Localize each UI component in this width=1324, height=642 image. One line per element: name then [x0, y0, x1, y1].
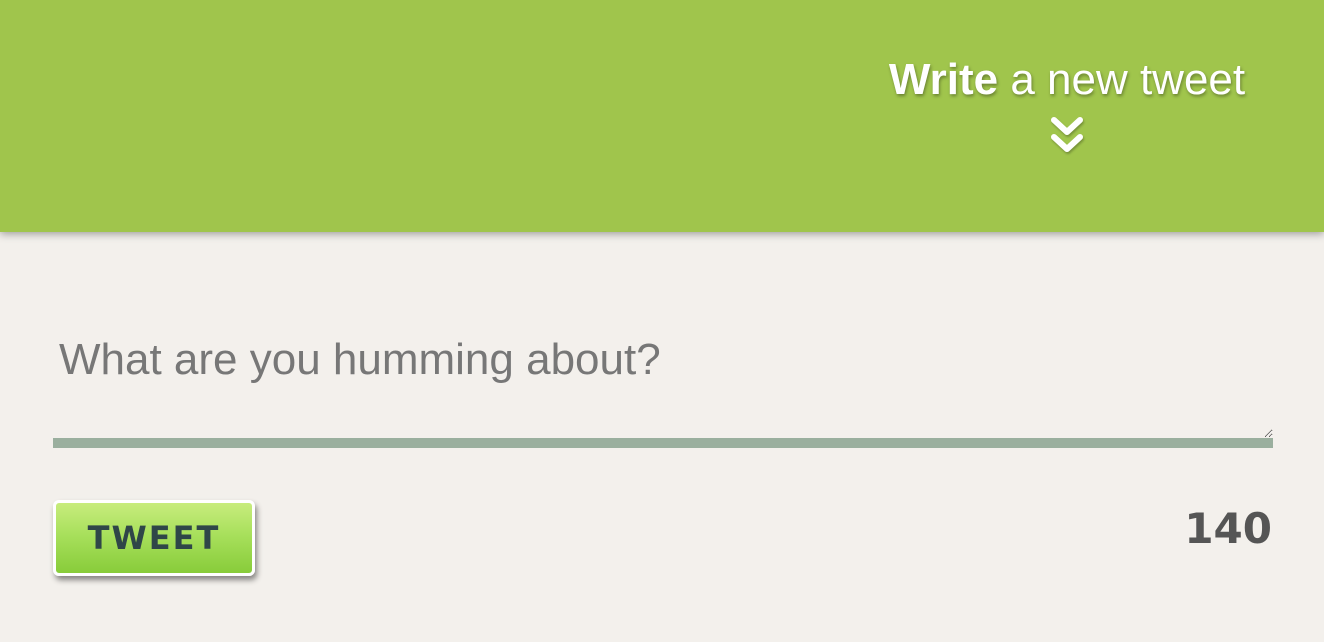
compose-title: Write a new tweet: [860, 52, 1274, 108]
compose-title-rest: a new tweet: [998, 55, 1246, 104]
compose-section: TWEET 140: [0, 232, 1324, 642]
character-counter: 140: [1184, 504, 1272, 553]
tweet-textarea[interactable]: [53, 316, 1273, 448]
tweet-button[interactable]: TWEET: [53, 500, 255, 576]
page-header: Write a new tweet: [0, 0, 1324, 232]
compose-toggle[interactable]: Write a new tweet: [860, 52, 1274, 164]
compose-title-strong: Write: [888, 55, 999, 104]
double-chevron-down-icon[interactable]: [1050, 116, 1084, 156]
